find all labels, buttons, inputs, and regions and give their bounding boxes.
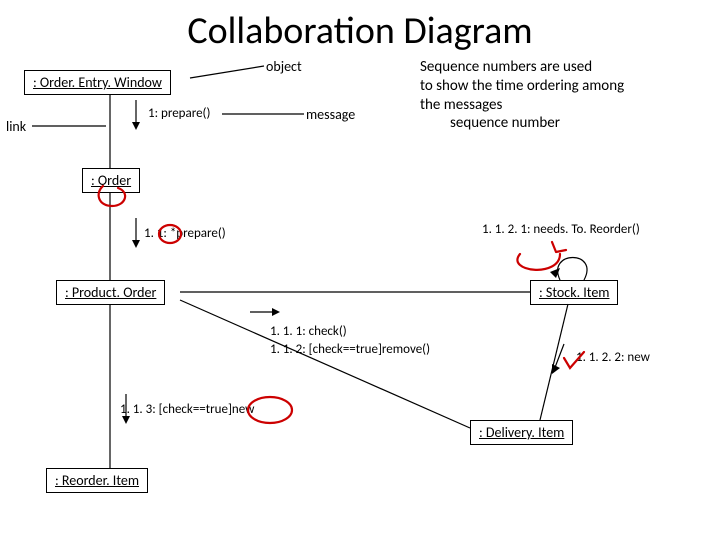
links-layer [0,0,720,540]
